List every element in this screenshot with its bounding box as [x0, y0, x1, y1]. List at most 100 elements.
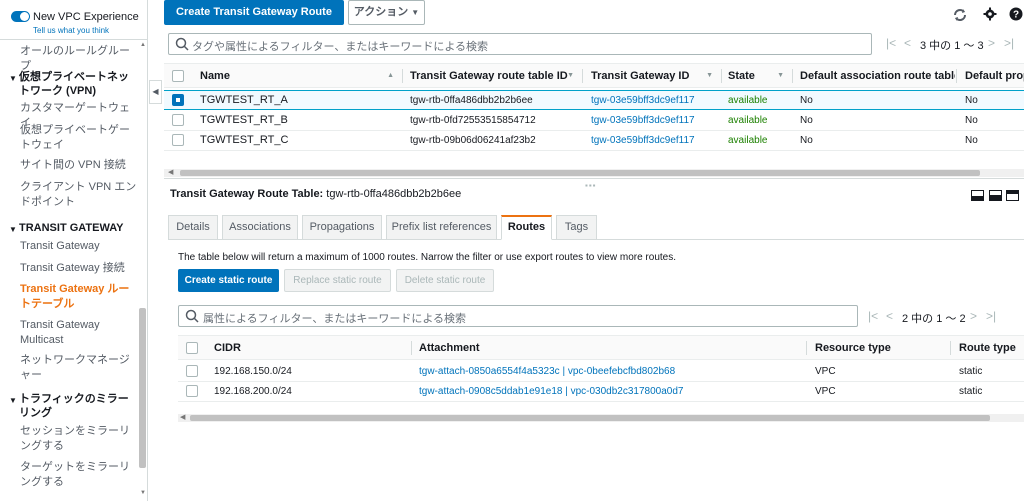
cell-tgw-id-link[interactable]: tgw-03e59bff3dc9ef117 [591, 131, 695, 150]
layout-fill [972, 196, 983, 200]
cell-attachment-link[interactable]: tgw-attach-0850a6554f4a5323c | vpc-0beef… [419, 362, 675, 381]
select-all-checkbox[interactable] [172, 70, 184, 82]
column-header-default-association[interactable]: Default association route table [800, 64, 955, 88]
vpc-console: New VPC Experience Tell us what you thin… [0, 0, 1024, 501]
detail-title: Transit Gateway Route Table: tgw-rtb-0ff… [170, 188, 461, 200]
horizontal-scrollbar[interactable]: ◀ [178, 414, 1024, 422]
table-row[interactable]: 192.168.200.0/24 tgw-attach-0908c5ddab1e… [178, 382, 1024, 402]
search-placeholder: 属性によるフィルター、またはキーワードによる検索 [203, 313, 467, 325]
sidebar-section-vpn[interactable]: ▼ 仮想プライベートネットワーク (VPN) [9, 70, 139, 98]
layout-split-icon[interactable] [989, 190, 1002, 201]
sidebar-section-traffic-mirroring[interactable]: ▼ トラフィックのミラーリング [9, 392, 139, 420]
refresh-icon[interactable] [952, 7, 968, 26]
gear-icon[interactable] [982, 7, 998, 24]
scroll-left-icon[interactable]: ◀ [168, 168, 173, 176]
row-checkbox[interactable] [172, 114, 184, 126]
collapse-sidebar-button[interactable]: ◀ [149, 80, 162, 104]
tab-tags[interactable]: Tags [556, 215, 597, 240]
routes-search[interactable]: 属性によるフィルター、またはキーワードによる検索 [178, 305, 858, 327]
page-info: 3 中の 1 ～ 3 [920, 40, 984, 52]
column-label: Default association route table [800, 70, 955, 82]
scroll-up-icon[interactable]: ▲ [140, 42, 146, 48]
scroll-left-icon[interactable]: ◀ [180, 413, 185, 421]
sidebar-item-transit-gateway-multicast[interactable]: Transit Gateway Multicast [20, 318, 138, 348]
column-header-resource-type[interactable]: Resource type [815, 336, 945, 360]
scroll-down-icon[interactable]: ▼ [140, 490, 146, 496]
column-header-rtb-id[interactable]: Transit Gateway route table ID ▼ [410, 64, 580, 88]
cell-default-association: No [800, 115, 813, 126]
sidebar-item-transit-gateways[interactable]: Transit Gateway [20, 239, 138, 254]
cell-default-propagation: No [965, 135, 978, 146]
sidebar-item-site-to-site-vpn[interactable]: サイト間の VPN 接続 [20, 158, 138, 173]
create-route-table-button[interactable]: Create Transit Gateway Route Table [164, 0, 344, 41]
cell-route-type: static [959, 366, 983, 377]
new-vpc-toggle[interactable] [11, 11, 30, 22]
select-all-checkbox[interactable] [186, 342, 198, 354]
column-header-default-propagation[interactable]: Default propa [965, 64, 1024, 88]
scrollbar-thumb[interactable] [180, 170, 980, 176]
table-row[interactable]: TGWTEST_RT_B tgw-rtb-0fd72553515854712 t… [164, 111, 1024, 131]
delete-static-route-button[interactable]: Delete static route [396, 269, 494, 292]
create-static-route-button[interactable]: Create static route [178, 269, 279, 292]
cell-tgw-id-link[interactable]: tgw-03e59bff3dc9ef117 [591, 111, 695, 130]
next-page-icon[interactable]: > [970, 309, 977, 323]
scrollbar-thumb[interactable] [190, 415, 990, 421]
column-header-name[interactable]: Name ▲ [200, 64, 400, 88]
replace-static-route-button[interactable]: Replace static route [284, 269, 391, 292]
row-checkbox[interactable] [186, 385, 198, 397]
first-page-icon[interactable]: |< [886, 36, 896, 50]
tab-prefix-list-references[interactable]: Prefix list references [386, 215, 497, 240]
prev-page-icon[interactable]: < [904, 36, 911, 50]
horizontal-scrollbar[interactable]: ◀ [164, 169, 1024, 177]
cell-rtb-id: tgw-rtb-09b06d06241af23b2 [410, 135, 536, 146]
cell-attachment-link[interactable]: tgw-attach-0908c5ddab1e91e18 | vpc-030db… [419, 382, 683, 401]
column-header-attachment[interactable]: Attachment [419, 336, 799, 360]
sidebar-divider [0, 39, 147, 40]
tab-propagations[interactable]: Propagations [302, 215, 382, 240]
table-row[interactable]: TGWTEST_RT_C tgw-rtb-09b06d06241af23b2 t… [164, 131, 1024, 151]
column-separator [956, 69, 957, 83]
sort-icon: ▼ [777, 72, 784, 79]
routes-note: The table below will return a maximum of… [178, 252, 676, 263]
sidebar-scrollbar[interactable] [139, 308, 146, 468]
sidebar-item-mirror-sessions[interactable]: セッションをミラーリングする [20, 424, 138, 454]
row-checkbox[interactable] [172, 94, 184, 106]
actions-label: アクション [353, 6, 409, 18]
layout-bottom-icon[interactable] [971, 190, 984, 201]
cell-tgw-id-link[interactable]: tgw-03e59bff3dc9ef117 [591, 91, 695, 110]
tab-details[interactable]: Details [168, 215, 218, 240]
table-row[interactable]: 192.168.150.0/24 tgw-attach-0850a6554f4a… [178, 362, 1024, 382]
feedback-link[interactable]: Tell us what you think [33, 26, 109, 35]
last-page-icon[interactable]: >| [986, 309, 996, 323]
column-header-state[interactable]: State ▼ [728, 64, 790, 88]
tab-routes[interactable]: Routes [501, 215, 552, 240]
row-checkbox[interactable] [172, 134, 184, 146]
table-row[interactable]: TGWTEST_RT_A tgw-rtb-0ffa486dbb2b2b6ee t… [164, 90, 1024, 110]
sidebar-item-network-manager[interactable]: ネットワークマネージャー [20, 353, 138, 383]
column-header-tgw-id[interactable]: Transit Gateway ID ▼ [591, 64, 719, 88]
sidebar-item-mirror-targets[interactable]: ターゲットをミラーリングする [20, 460, 138, 490]
svg-text:?: ? [1013, 10, 1019, 21]
last-page-icon[interactable]: >| [1004, 36, 1014, 50]
tab-associations[interactable]: Associations [222, 215, 298, 240]
prev-page-icon[interactable]: < [886, 309, 893, 323]
first-page-icon[interactable]: |< [868, 309, 878, 323]
column-separator [402, 69, 403, 83]
resize-grip-icon[interactable]: ▪▪▪ [585, 181, 597, 190]
route-table-search[interactable]: タグや属性によるフィルター、またはキーワードによる検索 [168, 33, 872, 55]
cell-resource-type: VPC [815, 366, 836, 377]
detail-title-label: Transit Gateway Route Table: [170, 188, 324, 200]
column-header-cidr[interactable]: CIDR [214, 336, 414, 360]
sidebar-item-virtual-private-gateway[interactable]: 仮想プライベートゲートウェイ [20, 123, 138, 153]
sidebar-item-transit-gateway-route-tables[interactable]: Transit Gateway ルートテーブル [20, 282, 138, 312]
layout-top-icon[interactable] [1006, 190, 1019, 201]
actions-dropdown[interactable]: アクション ▼ [348, 0, 425, 25]
next-page-icon[interactable]: > [988, 36, 995, 50]
column-header-route-type[interactable]: Route type [959, 336, 1024, 360]
sidebar-section-transit-gateway[interactable]: ▼ TRANSIT GATEWAY [9, 221, 139, 237]
cell-rtb-id: tgw-rtb-0fd72553515854712 [410, 115, 536, 126]
sidebar-item-client-vpn-endpoints[interactable]: クライアント VPN エンドポイント [20, 180, 138, 210]
sidebar-item-transit-gateway-attachments[interactable]: Transit Gateway 接続 [20, 261, 138, 276]
help-icon[interactable]: ? [1008, 7, 1024, 24]
row-checkbox[interactable] [186, 365, 198, 377]
